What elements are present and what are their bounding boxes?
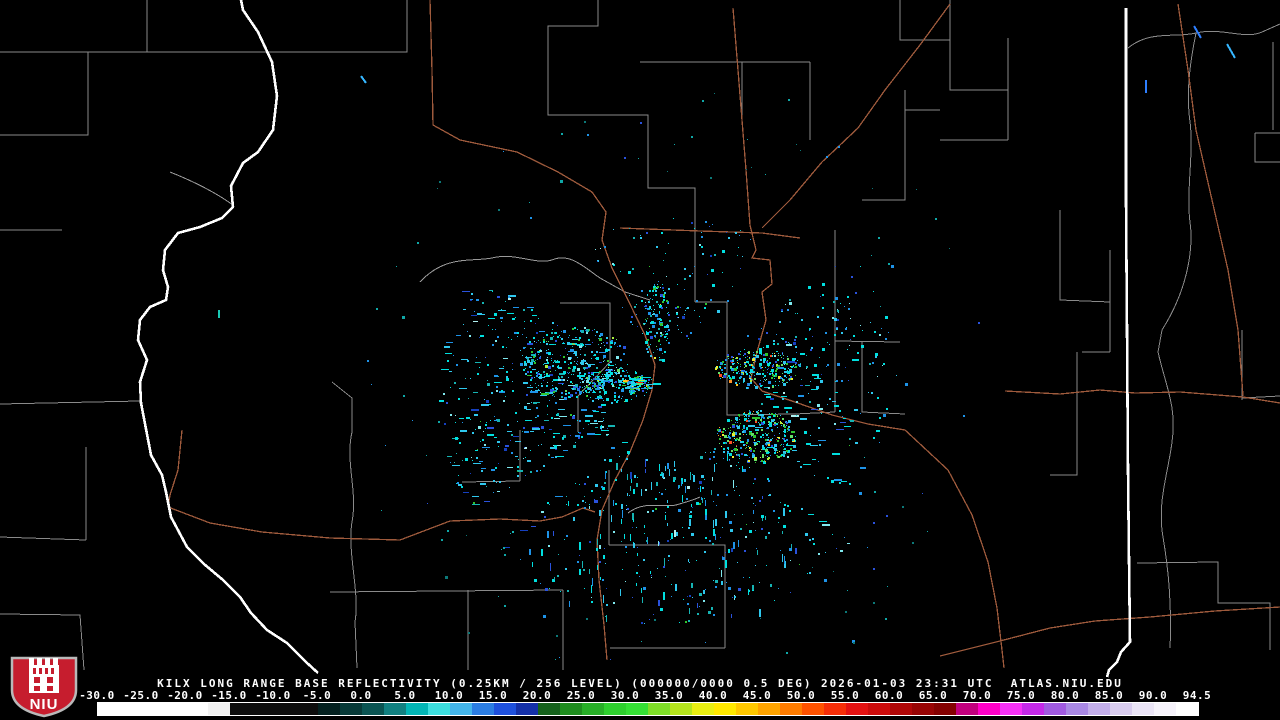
county-boundaries <box>0 0 1280 671</box>
radar-viewer: KILX LONG RANGE BASE REFLECTIVITY (0.25K… <box>0 0 1280 720</box>
road-lines <box>167 0 1280 669</box>
river-lines <box>169 171 701 514</box>
radar-map <box>0 0 1280 678</box>
state-border-lines <box>136 0 1132 678</box>
niu-logo-text: NIU <box>30 696 59 713</box>
niu-logo: NIU <box>8 656 80 718</box>
